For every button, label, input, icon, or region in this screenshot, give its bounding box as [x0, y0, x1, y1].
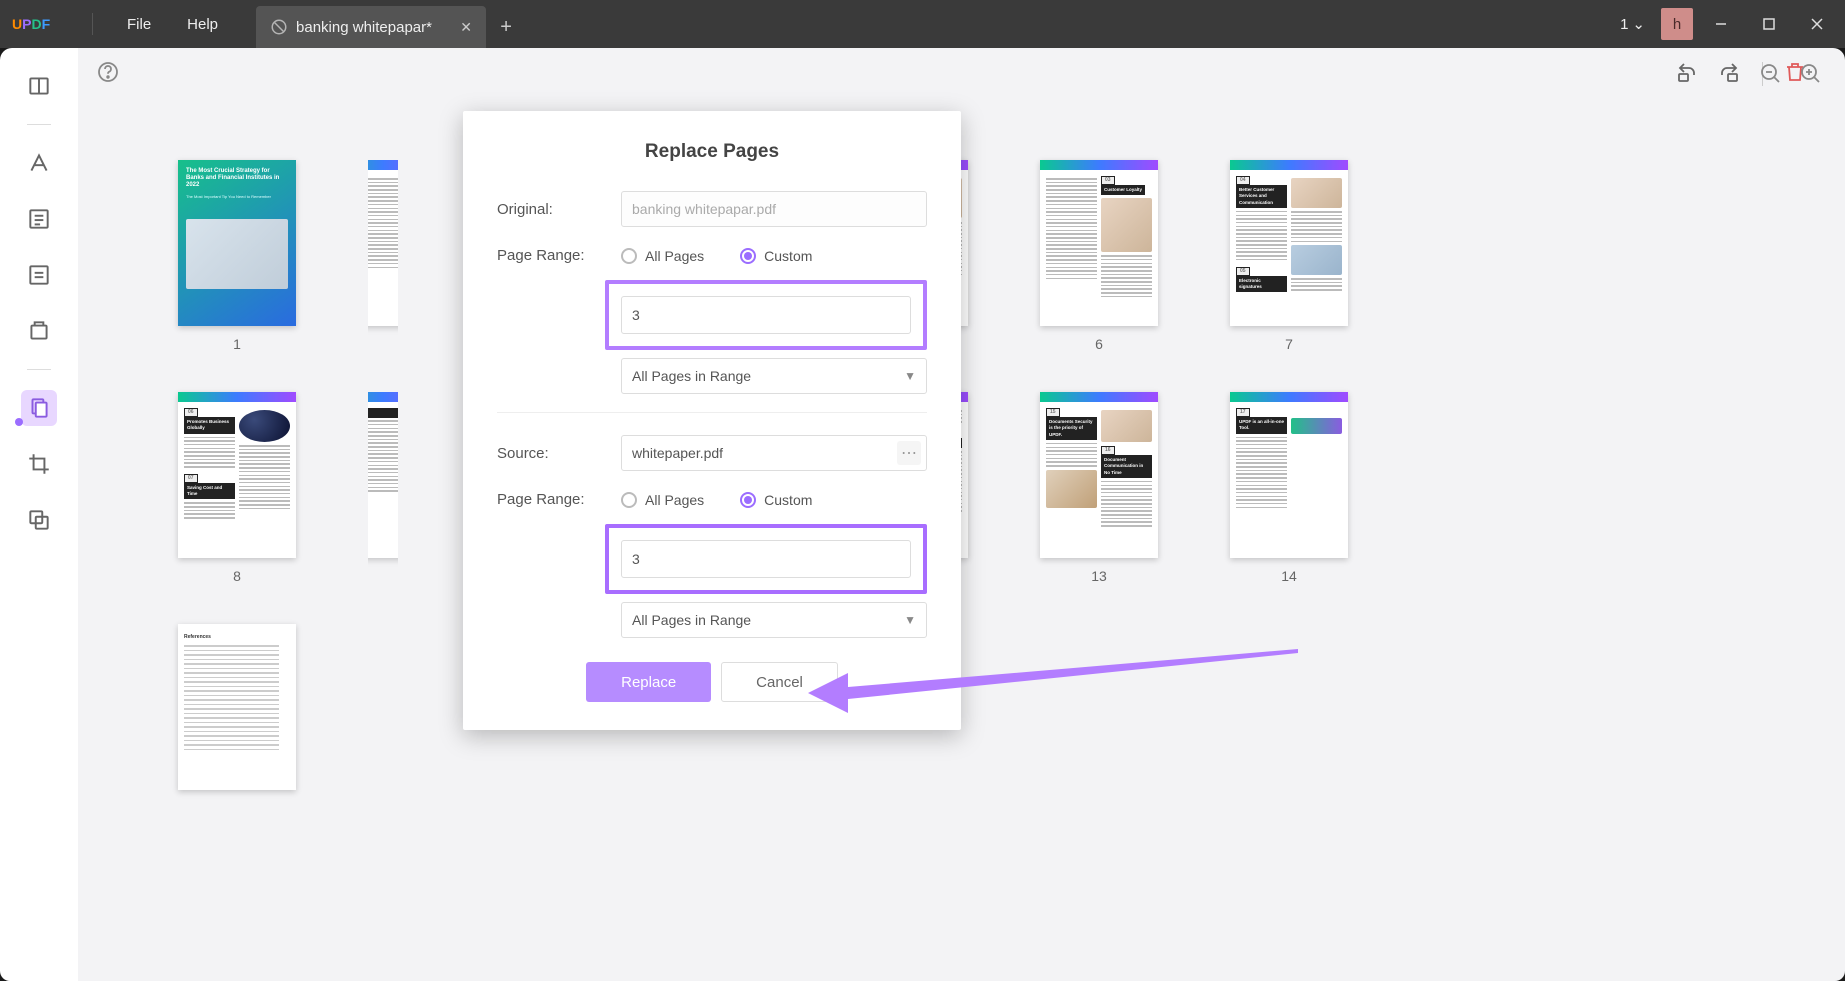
original-file-input	[621, 191, 927, 227]
user-avatar[interactable]: h	[1661, 8, 1693, 40]
page-thumbnail[interactable]: 03 Customer Loyalty 6	[1040, 160, 1158, 352]
title-bar: UPDF File Help banking whitepapar* ✕ + 1…	[0, 0, 1845, 48]
caret-down-icon: ▼	[904, 369, 916, 383]
document-icon	[270, 18, 288, 36]
section-title: Electronic signatures	[1236, 276, 1287, 293]
app-body: The Most Crucial Strategy for Banks and …	[0, 48, 1845, 981]
add-tab-button[interactable]: +	[486, 6, 526, 48]
crop-icon[interactable]	[21, 446, 57, 482]
browse-source-button[interactable]: ⋯	[897, 441, 921, 465]
section-title: Documents Security is the priority of UP…	[1046, 417, 1097, 440]
replace-pages-dialog: Replace Pages Original: Page Range: All …	[463, 111, 961, 730]
source-range-input[interactable]	[621, 540, 911, 578]
page-thumbnail[interactable]	[368, 160, 398, 352]
top-toolbar	[78, 48, 1845, 100]
range-highlight-1	[605, 280, 927, 350]
menu-help[interactable]: Help	[169, 16, 236, 33]
page-thumbnail[interactable]: Enha	[368, 392, 398, 584]
section-title: Promotes Business Globally	[184, 417, 235, 434]
rail-separator	[27, 124, 51, 125]
titlebar-right: 1⌄ h	[1612, 8, 1845, 40]
page-range-label-2: Page Range:	[497, 491, 607, 508]
rail-indicator	[15, 418, 23, 426]
menu-file[interactable]: File	[109, 16, 169, 33]
page-number: 13	[1091, 568, 1107, 584]
cover-image	[186, 219, 288, 289]
section-title: Document Communication in No Time	[1101, 455, 1152, 478]
rotate-left-icon[interactable]	[1674, 60, 1698, 89]
page-thumbnail[interactable]: 04 Better Customer Services and Communic…	[1230, 160, 1348, 352]
thumb-image	[1046, 470, 1097, 508]
page-thumbnail[interactable]: 15 Documents Security is the priority of…	[1040, 392, 1158, 584]
separator	[92, 13, 93, 35]
custom-radio[interactable]: Custom	[740, 248, 812, 264]
close-window-button[interactable]	[1797, 8, 1837, 40]
batch-icon[interactable]	[21, 502, 57, 538]
thumb-image	[239, 410, 290, 442]
tabs: banking whitepapar* ✕ +	[256, 0, 526, 48]
caret-down-icon: ▼	[904, 613, 916, 627]
source-all-pages-radio[interactable]: All Pages	[621, 492, 704, 508]
thumb-image	[1101, 410, 1152, 442]
rail-separator	[27, 369, 51, 370]
thumb-image	[1101, 198, 1152, 252]
page-number: 1	[233, 336, 241, 352]
cta-bar	[1291, 418, 1342, 434]
replace-button[interactable]: Replace	[586, 662, 711, 702]
source-custom-radio[interactable]: Custom	[740, 492, 812, 508]
edit-text-icon[interactable]	[21, 201, 57, 237]
page-thumbnail[interactable]: References	[178, 624, 296, 790]
maximize-button[interactable]	[1749, 8, 1789, 40]
all-pages-radio[interactable]: All Pages	[621, 248, 704, 264]
original-range-select[interactable]: All Pages in Range▼	[621, 358, 927, 394]
rotate-right-icon[interactable]	[1718, 60, 1742, 89]
content-area: The Most Crucial Strategy for Banks and …	[78, 48, 1845, 981]
section-title: UPDF is an all-in-one Tool.	[1236, 417, 1287, 434]
range-highlight-2	[605, 524, 927, 594]
page-thumbnail[interactable]: 06 Promotes Business Globally 07 Saving …	[178, 392, 296, 584]
source-range-select[interactable]: All Pages in Range▼	[621, 602, 927, 638]
source-file-input[interactable]	[621, 435, 927, 471]
thumb-image	[1291, 178, 1342, 208]
section-title: Customer Loyalty	[1101, 185, 1145, 195]
page-thumbnail[interactable]: 17 UPDF is an all-in-one Tool. 14	[1230, 392, 1348, 584]
cancel-button[interactable]: Cancel	[721, 662, 838, 702]
organize-pages-icon[interactable]	[21, 390, 57, 426]
page-number: 14	[1281, 568, 1297, 584]
section-title: Better Customer Services and Communicati…	[1236, 185, 1287, 208]
annotate-icon[interactable]	[21, 145, 57, 181]
section-title: Saving Cost and Time	[184, 483, 235, 500]
original-range-input[interactable]	[621, 296, 911, 334]
window-count[interactable]: 1⌄	[1612, 15, 1653, 33]
page-number: 8	[233, 568, 241, 584]
page-number: 6	[1095, 336, 1103, 352]
help-icon[interactable]	[96, 60, 120, 89]
page-number: 7	[1285, 336, 1293, 352]
form-icon[interactable]	[21, 257, 57, 293]
dialog-title: Replace Pages	[497, 141, 927, 163]
tab-close-icon[interactable]: ✕	[460, 19, 472, 36]
zoom-in-icon[interactable]	[1799, 62, 1823, 91]
thumbnails-grid: The Most Crucial Strategy for Banks and …	[78, 100, 1845, 981]
svg-text:UPDF: UPDF	[12, 16, 51, 32]
chevron-down-icon: ⌄	[1632, 15, 1645, 33]
ocr-icon[interactable]	[21, 313, 57, 349]
left-rail	[0, 48, 78, 981]
source-label: Source:	[497, 445, 607, 462]
thumb-image	[1291, 245, 1342, 275]
reader-mode-icon[interactable]	[21, 68, 57, 104]
page-thumbnail[interactable]: The Most Crucial Strategy for Banks and …	[178, 160, 296, 352]
zoom-out-icon[interactable]	[1759, 62, 1783, 91]
app-logo: UPDF	[12, 15, 60, 33]
tab-title: banking whitepapar*	[296, 19, 452, 36]
minimize-button[interactable]	[1701, 8, 1741, 40]
dialog-divider	[497, 412, 927, 413]
cover-title: The Most Crucial Strategy for Banks and …	[186, 168, 288, 190]
original-label: Original:	[497, 201, 607, 218]
tab-document[interactable]: banking whitepapar* ✕	[256, 6, 486, 48]
page-range-label: Page Range:	[497, 247, 607, 264]
